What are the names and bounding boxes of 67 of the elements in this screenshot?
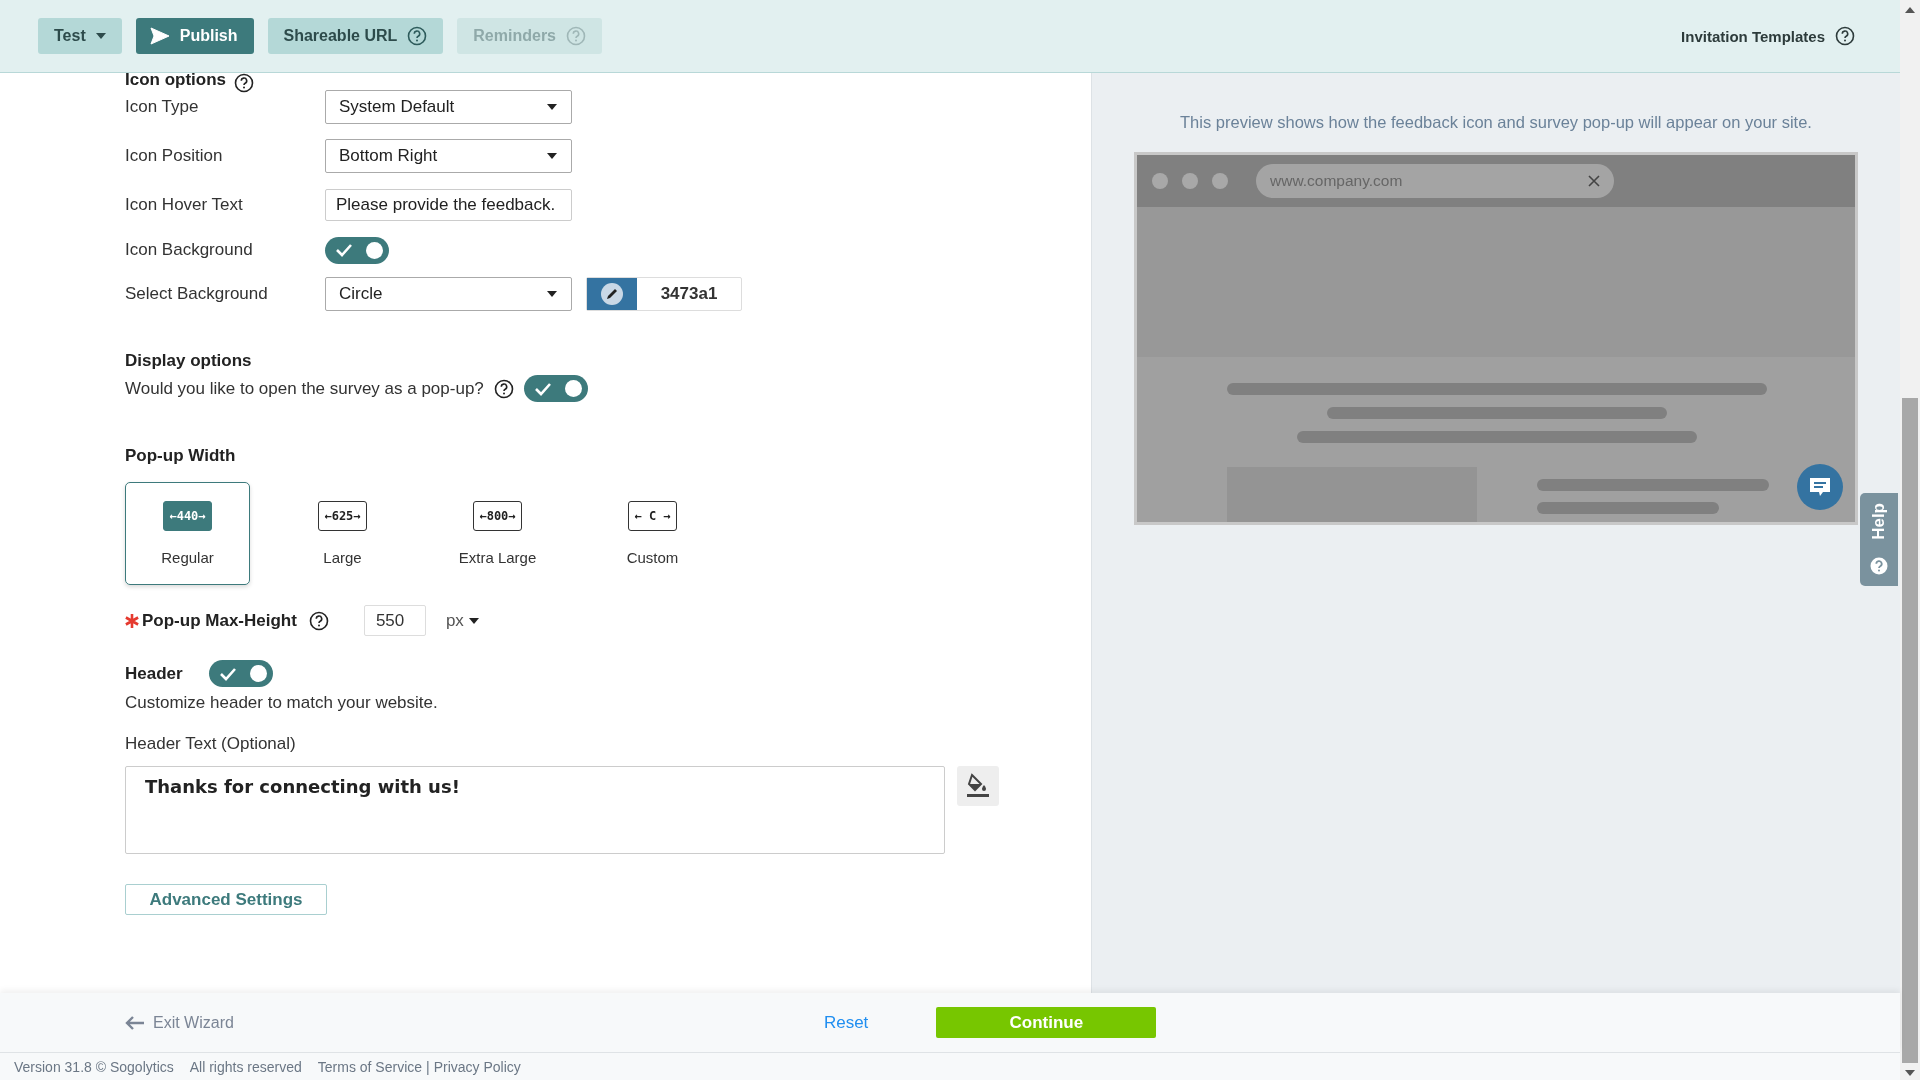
caret-icon [468, 617, 479, 624]
toggle-switch[interactable] [208, 660, 273, 687]
check-icon [335, 243, 353, 257]
scroll-up-icon[interactable] [1905, 7, 1915, 13]
toolbar-button[interactable]: Shareable URL [267, 18, 444, 54]
help-icon[interactable] [234, 73, 255, 93]
width-option[interactable]: ←625→ Large [280, 482, 405, 585]
unit-dropdown[interactable]: px [445, 610, 479, 631]
section-heading: Header [125, 663, 183, 684]
text-field[interactable]: Please provide the feedback. [325, 189, 572, 221]
help-icon[interactable] [493, 378, 514, 399]
select-field[interactable]: Bottom Right [325, 139, 572, 173]
check-icon [533, 381, 552, 396]
address-bar: www.company.com [1256, 164, 1614, 198]
field-label: Icon Position [125, 146, 224, 166]
width-option[interactable]: ←440→ Regular [125, 482, 250, 585]
advanced-settings-button[interactable]: Advanced Settings [125, 884, 327, 915]
scroll-down-icon[interactable] [1905, 1070, 1915, 1076]
scrollbar-thumb[interactable] [1902, 398, 1918, 1063]
section-heading: Display options [125, 351, 252, 371]
back-arrow-icon [125, 1015, 145, 1030]
paint-bucket-icon[interactable] [957, 766, 999, 806]
dropdown-button[interactable]: Test [38, 18, 122, 54]
version-text: Version 31.8 © Sogolytics [14, 1058, 174, 1075]
question-text: Would you like to open the survey as a pop-up? [125, 378, 484, 399]
check-icon [218, 666, 237, 681]
window-dot-icon [1152, 173, 1168, 189]
width-size-badge: ← C → [628, 501, 677, 531]
separator-text: | [426, 1058, 430, 1075]
privacy-link[interactable]: Privacy Policy [433, 1058, 521, 1075]
window-dot-icon [1212, 173, 1228, 189]
terms-link[interactable]: Terms of Service [317, 1058, 423, 1075]
section-heading: Pop-up Width [125, 446, 236, 466]
caret-icon [547, 104, 557, 110]
rights-text: All rights reserved [189, 1058, 302, 1075]
select-field[interactable]: Circle [325, 277, 572, 311]
feedback-chat-icon[interactable] [1797, 464, 1843, 510]
field-label: Pop-up Max-Height [142, 610, 297, 631]
window-dot-icon [1182, 173, 1198, 189]
hint-text: Customize header to match your website. [125, 693, 439, 713]
preview-caption: This preview shows how the feedback icon and survey pop-up will appear on your site. [1179, 113, 1813, 132]
width-size-badge: ←800→ [473, 501, 522, 531]
caret-icon [547, 291, 557, 297]
field-label: Icon Background [125, 240, 254, 260]
width-option[interactable]: ←800→ Extra Large [435, 482, 560, 585]
caret-icon [95, 33, 106, 39]
send-icon [149, 27, 170, 45]
toggle-switch[interactable] [523, 375, 588, 402]
help-icon[interactable] [308, 610, 329, 631]
field-label: Icon Type [125, 97, 200, 117]
toggle-switch[interactable] [325, 236, 389, 264]
exit-wizard-link[interactable]: Exit Wizard [125, 1013, 234, 1032]
header-text-field[interactable]: Thanks for connecting with us! [125, 766, 945, 854]
width-option[interactable]: ← C → Custom [590, 482, 715, 585]
help-icon[interactable] [1835, 26, 1855, 46]
invitation-templates-link[interactable]: Invitation Templates [1681, 27, 1825, 45]
field-label: Select Background [125, 284, 269, 304]
field-label: Header Text (Optional) [125, 734, 297, 754]
caret-icon [547, 153, 557, 159]
number-field[interactable]: 550 [363, 605, 426, 636]
toolbar-button[interactable]: Publish [135, 18, 254, 54]
select-field[interactable]: System Default [325, 90, 572, 124]
width-size-badge: ←625→ [318, 501, 367, 531]
width-size-badge: ←440→ [163, 501, 212, 531]
close-icon [1588, 175, 1600, 187]
field-label: Icon Hover Text [125, 195, 244, 215]
section-heading: Icon options [125, 73, 227, 87]
